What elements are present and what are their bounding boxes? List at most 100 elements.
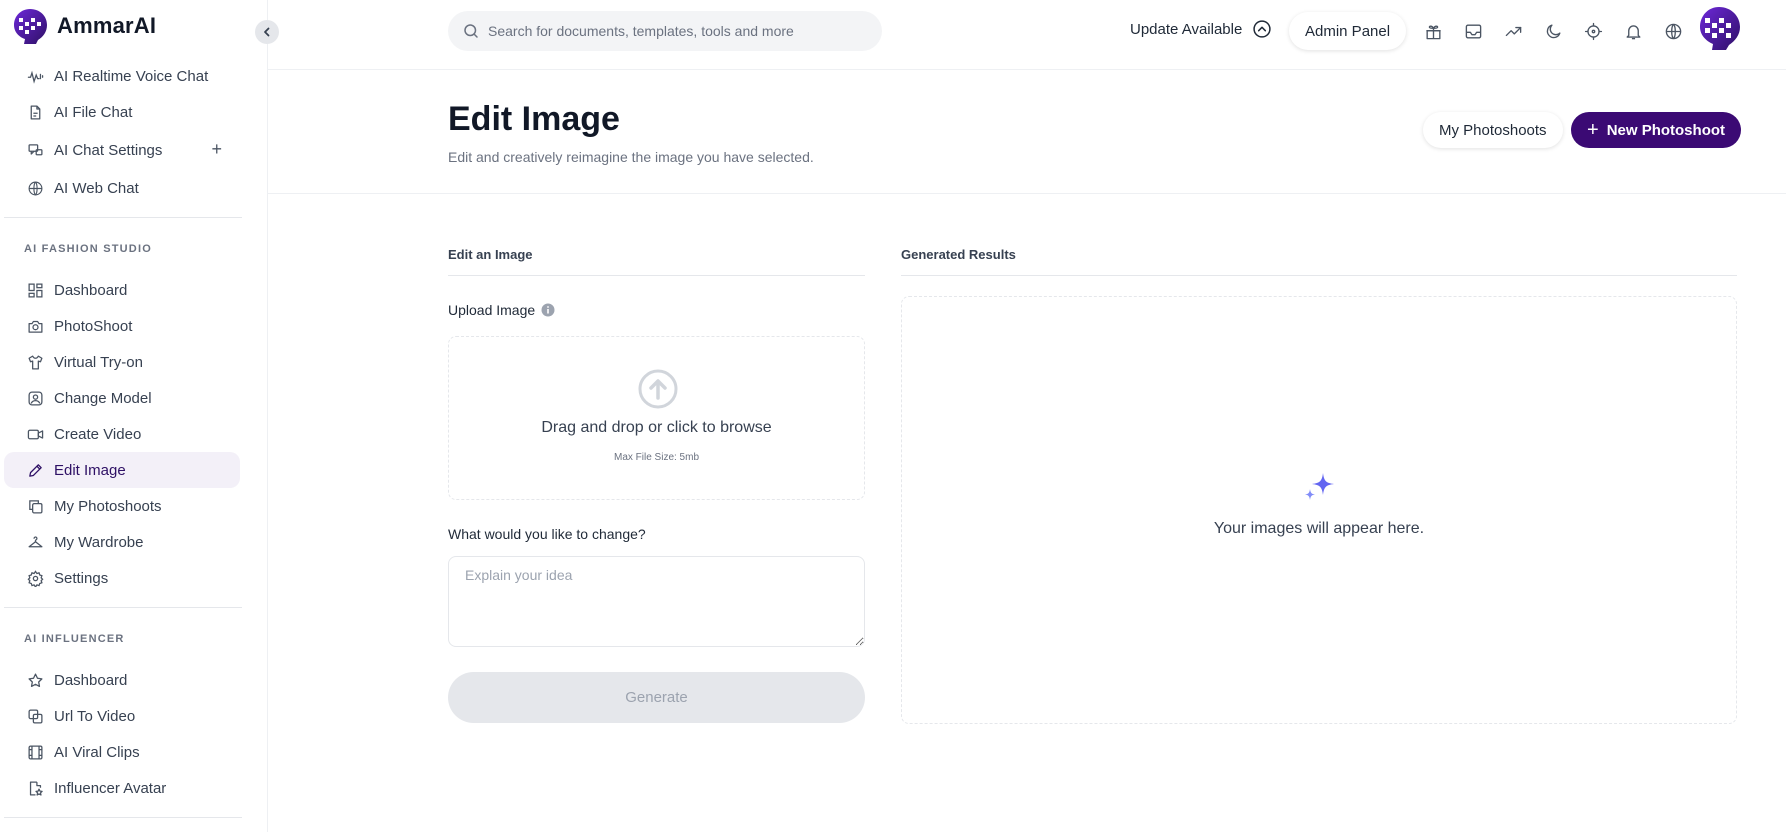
- update-available-label: Update Available: [1130, 20, 1243, 38]
- gear-icon: [26, 569, 44, 587]
- sidebar-item-label: Edit Image: [54, 461, 126, 479]
- sidebar-item-photoshoot[interactable]: PhotoShoot: [4, 308, 240, 344]
- hanger-icon: [26, 533, 44, 551]
- upload-image-label: Upload Image: [448, 302, 555, 318]
- sidebar-item-label: AI Realtime Voice Chat: [54, 67, 209, 85]
- link-video-icon: [26, 707, 44, 725]
- max-file-size-text: Max File Size: 5mb: [613, 452, 700, 463]
- sidebar-item-label: AI Chat Settings: [54, 141, 163, 159]
- sidebar-item-label: AI Viral Clips: [54, 743, 140, 761]
- results-empty-text: Your images will appear here.: [1213, 520, 1425, 537]
- admin-panel-button[interactable]: Admin Panel: [1289, 12, 1407, 50]
- upload-arrow-icon: [638, 369, 678, 409]
- top-header: Update Available Admin Panel: [268, 0, 1786, 70]
- sidebar-item-label: Virtual Try-on: [54, 353, 143, 371]
- globe-icon[interactable]: [1662, 20, 1684, 42]
- sparkle-icon: [1305, 473, 1334, 500]
- sidebar-item-create-video[interactable]: Create Video: [4, 416, 240, 452]
- image-dropzone[interactable]: Drag and drop or click to browse Max Fil…: [448, 336, 865, 500]
- user-square-icon: [26, 389, 44, 407]
- dropzone-text: Drag and drop or click to browse: [541, 419, 772, 436]
- change-question-label: What would you like to change?: [448, 526, 646, 542]
- edit-section-title: Edit an Image: [448, 247, 533, 262]
- results-section-title: Generated Results: [901, 247, 1016, 262]
- sidebar-item-label: Create Video: [54, 425, 142, 443]
- trending-icon[interactable]: [1502, 20, 1524, 42]
- bell-icon[interactable]: [1622, 20, 1644, 42]
- sidebar-item-label: AI Web Chat: [54, 179, 139, 197]
- crosshair-icon[interactable]: [1582, 20, 1604, 42]
- search-bar[interactable]: [448, 11, 882, 51]
- idea-textarea[interactable]: [448, 556, 865, 647]
- search-input[interactable]: [488, 23, 868, 39]
- sidebar-item-label: Dashboard: [54, 671, 128, 689]
- sidebar-item-edit-image[interactable]: Edit Image: [4, 452, 240, 488]
- sidebar-item-settings[interactable]: Settings: [4, 560, 240, 596]
- page-header: Edit Image Edit and creatively reimagine…: [268, 70, 1786, 194]
- upload-image-text: Upload Image: [448, 302, 536, 318]
- sidebar-item-label: Influencer Avatar: [54, 779, 167, 797]
- section-label-influencer: AI INFLUENCER: [24, 633, 125, 645]
- sidebar-divider: [4, 217, 242, 218]
- plus-icon: +: [1587, 119, 1599, 141]
- star-icon: [26, 671, 44, 689]
- search-icon: [464, 24, 478, 38]
- sidebar-item-fashion-dashboard[interactable]: Dashboard: [4, 272, 240, 308]
- copy-icon: [26, 497, 44, 515]
- sidebar-divider: [4, 607, 242, 608]
- update-available-button[interactable]: Update Available: [1130, 19, 1272, 39]
- sidebar-item-label: AI File Chat: [54, 103, 133, 121]
- page-subtitle: Edit and creatively reimagine the image …: [448, 149, 814, 165]
- gift-icon[interactable]: [1422, 20, 1444, 42]
- sidebar-item-influencer-dashboard[interactable]: Dashboard: [4, 662, 240, 698]
- film-icon: [26, 743, 44, 761]
- sidebar-item-web-chat[interactable]: AI Web Chat: [4, 170, 240, 206]
- moon-icon[interactable]: [1542, 20, 1564, 42]
- new-photoshoot-label: New Photoshoot: [1606, 121, 1726, 139]
- avatar-file-icon: [26, 779, 44, 797]
- sidebar-item-change-model[interactable]: Change Model: [4, 380, 240, 416]
- inbox-icon[interactable]: [1462, 20, 1484, 42]
- sidebar-item-label: My Wardrobe: [54, 533, 144, 551]
- sidebar-item-chat-settings[interactable]: AI Chat Settings +: [4, 132, 240, 168]
- user-avatar[interactable]: [1695, 4, 1743, 52]
- my-photoshoots-button[interactable]: My Photoshoots: [1423, 112, 1563, 148]
- sidebar-item-my-photoshoots[interactable]: My Photoshoots: [4, 488, 240, 524]
- sidebar: AmmarAI AI Realtime Voice Chat AI File C…: [0, 0, 268, 832]
- results-panel: Your images will appear here.: [901, 296, 1737, 724]
- sidebar-item-influencer-avatar[interactable]: Influencer Avatar: [4, 770, 240, 806]
- sidebar-divider: [4, 817, 242, 818]
- www-globe-icon: [26, 179, 44, 197]
- camera-icon: [26, 317, 44, 335]
- sidebar-item-file-chat[interactable]: AI File Chat: [4, 94, 240, 130]
- dashboard-icon: [26, 281, 44, 299]
- chevron-up-circle-icon: [1253, 20, 1271, 38]
- sidebar-item-label: Dashboard: [54, 281, 128, 299]
- sidebar-item-label: Settings: [54, 569, 109, 587]
- section-label-fashion: AI FASHION STUDIO: [24, 243, 152, 255]
- sidebar-item-my-wardrobe[interactable]: My Wardrobe: [4, 524, 240, 560]
- chat-settings-icon: [26, 141, 44, 159]
- results-section-divider: [901, 275, 1737, 276]
- info-icon[interactable]: [541, 303, 555, 317]
- new-photoshoot-button[interactable]: + New Photoshoot: [1571, 112, 1742, 148]
- sidebar-item-label: PhotoShoot: [54, 317, 133, 335]
- sidebar-item-label: Url To Video: [54, 707, 136, 725]
- brand-logo-icon: [14, 9, 47, 44]
- sidebar-item-label: Change Model: [54, 389, 152, 407]
- sidebar-item-url-to-video[interactable]: Url To Video: [4, 698, 240, 734]
- sidebar-collapse-button[interactable]: [255, 20, 279, 44]
- video-icon: [26, 425, 44, 443]
- shirt-icon: [26, 353, 44, 371]
- voice-wave-icon: [26, 67, 44, 85]
- generate-button[interactable]: Generate: [448, 672, 865, 723]
- brand-name: AmmarAI: [57, 13, 157, 38]
- chevron-left-icon: [264, 27, 270, 37]
- brand[interactable]: AmmarAI: [4, 3, 168, 49]
- add-chat-setting-button[interactable]: +: [211, 140, 222, 158]
- file-icon: [26, 103, 44, 121]
- sidebar-item-viral-clips[interactable]: AI Viral Clips: [4, 734, 240, 770]
- page-title: Edit Image: [448, 100, 620, 138]
- edit-section-divider: [448, 275, 865, 276]
- sidebar-item-virtual-try-on[interactable]: Virtual Try-on: [4, 344, 240, 380]
